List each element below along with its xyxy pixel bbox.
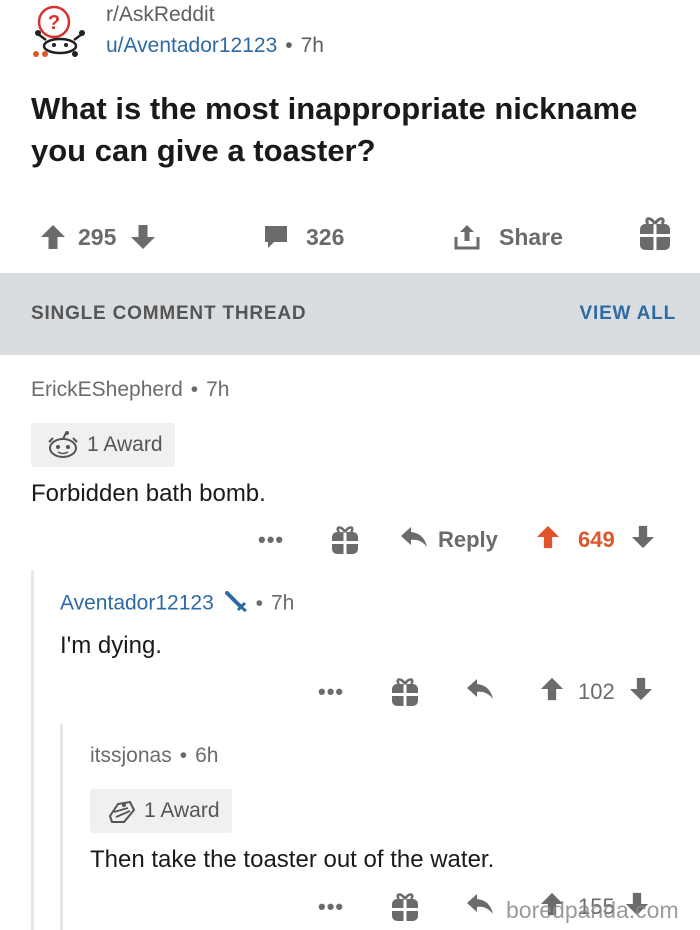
gift-icon[interactable] [390, 674, 420, 710]
downvote-icon[interactable] [629, 677, 653, 707]
comment-score: 102 [578, 679, 615, 704]
more-options-button[interactable]: ••• [258, 522, 284, 558]
post-age: 7h [300, 34, 324, 57]
award-badge[interactable]: 1 Award [90, 789, 232, 833]
post-title[interactable]: What is the most inappropriate nickname … [31, 88, 671, 172]
more-options-button[interactable]: ••• [318, 674, 344, 710]
reply-button[interactable]: Reply [400, 522, 498, 558]
share-icon [453, 223, 481, 251]
post-author[interactable]: u/Aventador12123 [106, 34, 277, 57]
comment-count: 326 [306, 223, 345, 250]
comment-body: Forbidden bath bomb. [31, 480, 266, 507]
post-action-bar: 295 326 Share [0, 210, 700, 266]
comment-icon [262, 223, 290, 251]
upvote-icon[interactable] [40, 224, 66, 250]
comment-vote-group: 649 [536, 522, 655, 558]
comment-meta: ErickEShepherd • 7h [31, 378, 229, 402]
comment-age: 7h [206, 378, 230, 401]
mod-sword-icon [224, 590, 248, 618]
downvote-icon[interactable] [631, 525, 655, 555]
comment-actions: ••• 102 [0, 674, 700, 710]
downvote-icon[interactable] [130, 224, 156, 250]
svg-text:?: ? [48, 12, 60, 34]
comment-meta: itssjonas • 6h [90, 744, 218, 768]
comment-age: 7h [270, 591, 295, 615]
thread-label: SINGLE COMMENT THREAD [31, 303, 307, 324]
askreddit-snoo-icon[interactable]: ? [30, 4, 90, 58]
award-icon [48, 431, 78, 458]
comment-author[interactable]: ErickEShepherd [31, 378, 183, 401]
comment-body: Then take the toaster out of the water. [90, 846, 495, 873]
comment-meta: Aventador12123 • 7h [60, 590, 294, 618]
reply-label: Reply [438, 527, 498, 552]
separator-dot: • [285, 34, 293, 57]
post-score: 295 [78, 223, 117, 250]
comments-button[interactable]: 326 [262, 220, 344, 254]
reply-icon [400, 526, 428, 554]
reply-button[interactable] [466, 674, 494, 710]
upvote-icon[interactable] [540, 677, 564, 707]
award-badge[interactable]: 1 Award [31, 423, 175, 467]
post-header: ? r/AskReddit u/Aventador12123 • 7h [0, 0, 700, 70]
comment-body: I'm dying. [60, 632, 162, 659]
single-comment-thread-bar: SINGLE COMMENT THREAD VIEW ALL [0, 273, 700, 355]
subreddit-name[interactable]: r/AskReddit [106, 3, 215, 27]
view-all-link[interactable]: VIEW ALL [580, 303, 676, 325]
share-button[interactable]: Share [453, 220, 563, 254]
comment-author[interactable]: itssjonas [90, 744, 172, 767]
comment-actions: ••• Reply 649 [0, 522, 700, 558]
gift-icon[interactable] [330, 522, 360, 558]
comment-age: 6h [195, 744, 219, 767]
gift-icon[interactable] [390, 889, 420, 925]
gift-icon[interactable] [638, 216, 672, 250]
watermark: boredpanda.com [506, 897, 679, 923]
more-options-button[interactable]: ••• [318, 889, 344, 925]
post-vote-group: 295 [40, 220, 156, 254]
post-meta: u/Aventador12123 • 7h [106, 34, 324, 58]
comment-vote-group: 102 [540, 674, 653, 710]
reply-button[interactable] [466, 889, 494, 925]
separator-dot: • [190, 378, 199, 401]
award-label: 1 Award [144, 799, 220, 822]
thread-line[interactable] [31, 570, 34, 930]
separator-dot: • [179, 744, 188, 767]
upvote-icon[interactable] [536, 525, 560, 555]
award-label: 1 Award [87, 433, 163, 456]
reply-icon [466, 893, 494, 921]
comment-author[interactable]: Aventador12123 [60, 592, 214, 615]
share-label: Share [499, 223, 563, 250]
reply-icon [466, 678, 494, 706]
comment-score: 649 [578, 527, 615, 552]
separator-dot: • [255, 591, 263, 615]
award-icon [108, 800, 136, 823]
